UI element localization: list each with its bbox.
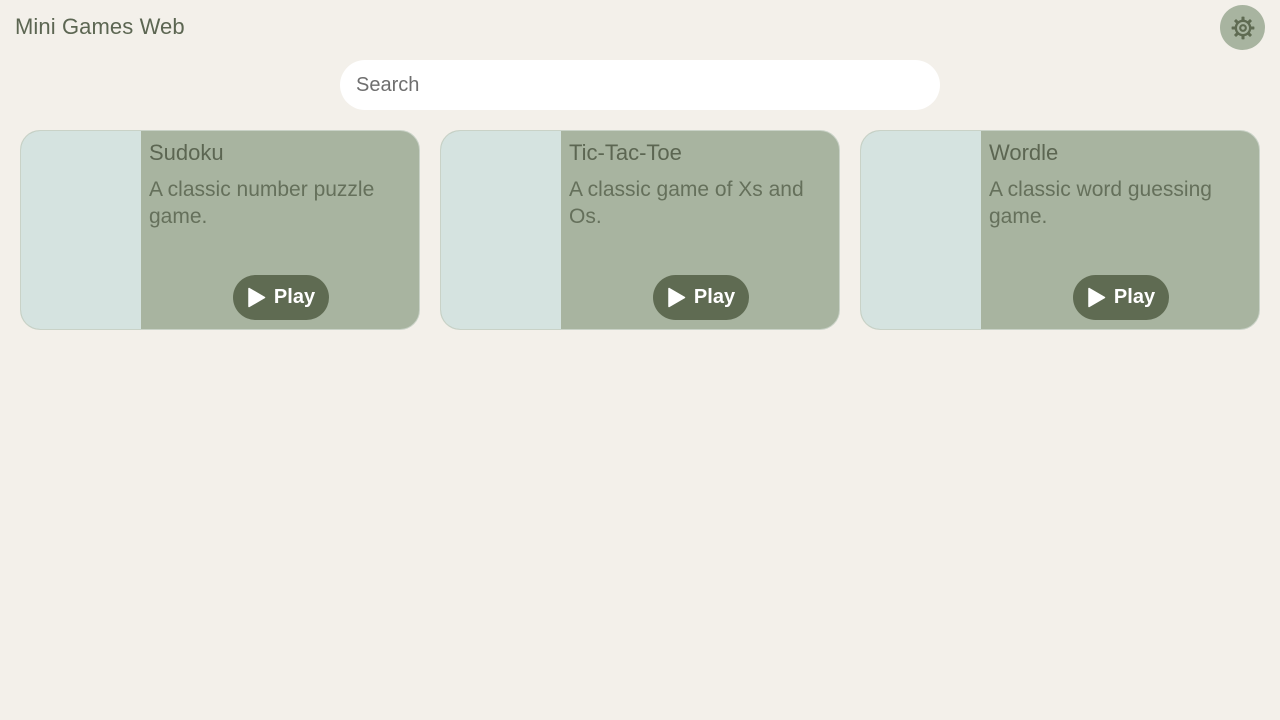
play-icon bbox=[1088, 287, 1106, 308]
game-title: Tic-Tac-Toe bbox=[569, 140, 682, 165]
play-button-tic-tac-toe[interactable]: Play bbox=[653, 275, 749, 320]
gear-icon bbox=[1231, 16, 1254, 39]
game-title: Sudoku bbox=[149, 140, 224, 165]
play-icon bbox=[668, 287, 686, 308]
play-icon bbox=[248, 287, 266, 308]
search-input[interactable] bbox=[340, 60, 940, 110]
search-bar bbox=[340, 60, 940, 110]
game-description: A classic game of Xs and Os. bbox=[569, 178, 804, 228]
game-title: Wordle bbox=[989, 140, 1059, 165]
settings-button[interactable] bbox=[1220, 5, 1265, 50]
play-button-wordle[interactable]: Play bbox=[1073, 275, 1169, 320]
game-thumbnail bbox=[441, 131, 561, 329]
game-thumbnail bbox=[21, 131, 141, 329]
game-description: A classic word guessing game. bbox=[989, 178, 1212, 228]
play-label: Play bbox=[1113, 286, 1156, 308]
game-card-sudoku[interactable]: Sudoku A classic number puzzle game. Pla… bbox=[20, 130, 420, 330]
game-card-body: Wordle A classic word guessing game. Pla… bbox=[981, 131, 1259, 329]
game-thumbnail bbox=[861, 131, 981, 329]
game-card-tic-tac-toe[interactable]: Tic-Tac-Toe A classic game of Xs and Os.… bbox=[440, 130, 840, 330]
game-list: Sudoku A classic number puzzle game. Pla… bbox=[20, 130, 1260, 330]
play-label: Play bbox=[273, 286, 316, 308]
app-title: Mini Games Web bbox=[15, 14, 185, 39]
game-card-body: Tic-Tac-Toe A classic game of Xs and Os.… bbox=[561, 131, 839, 329]
play-button-sudoku[interactable]: Play bbox=[233, 275, 329, 320]
game-description: A classic number puzzle game. bbox=[149, 178, 375, 228]
game-card-body: Sudoku A classic number puzzle game. Pla… bbox=[141, 131, 419, 329]
play-label: Play bbox=[693, 286, 736, 308]
game-card-wordle[interactable]: Wordle A classic word guessing game. Pla… bbox=[860, 130, 1260, 330]
